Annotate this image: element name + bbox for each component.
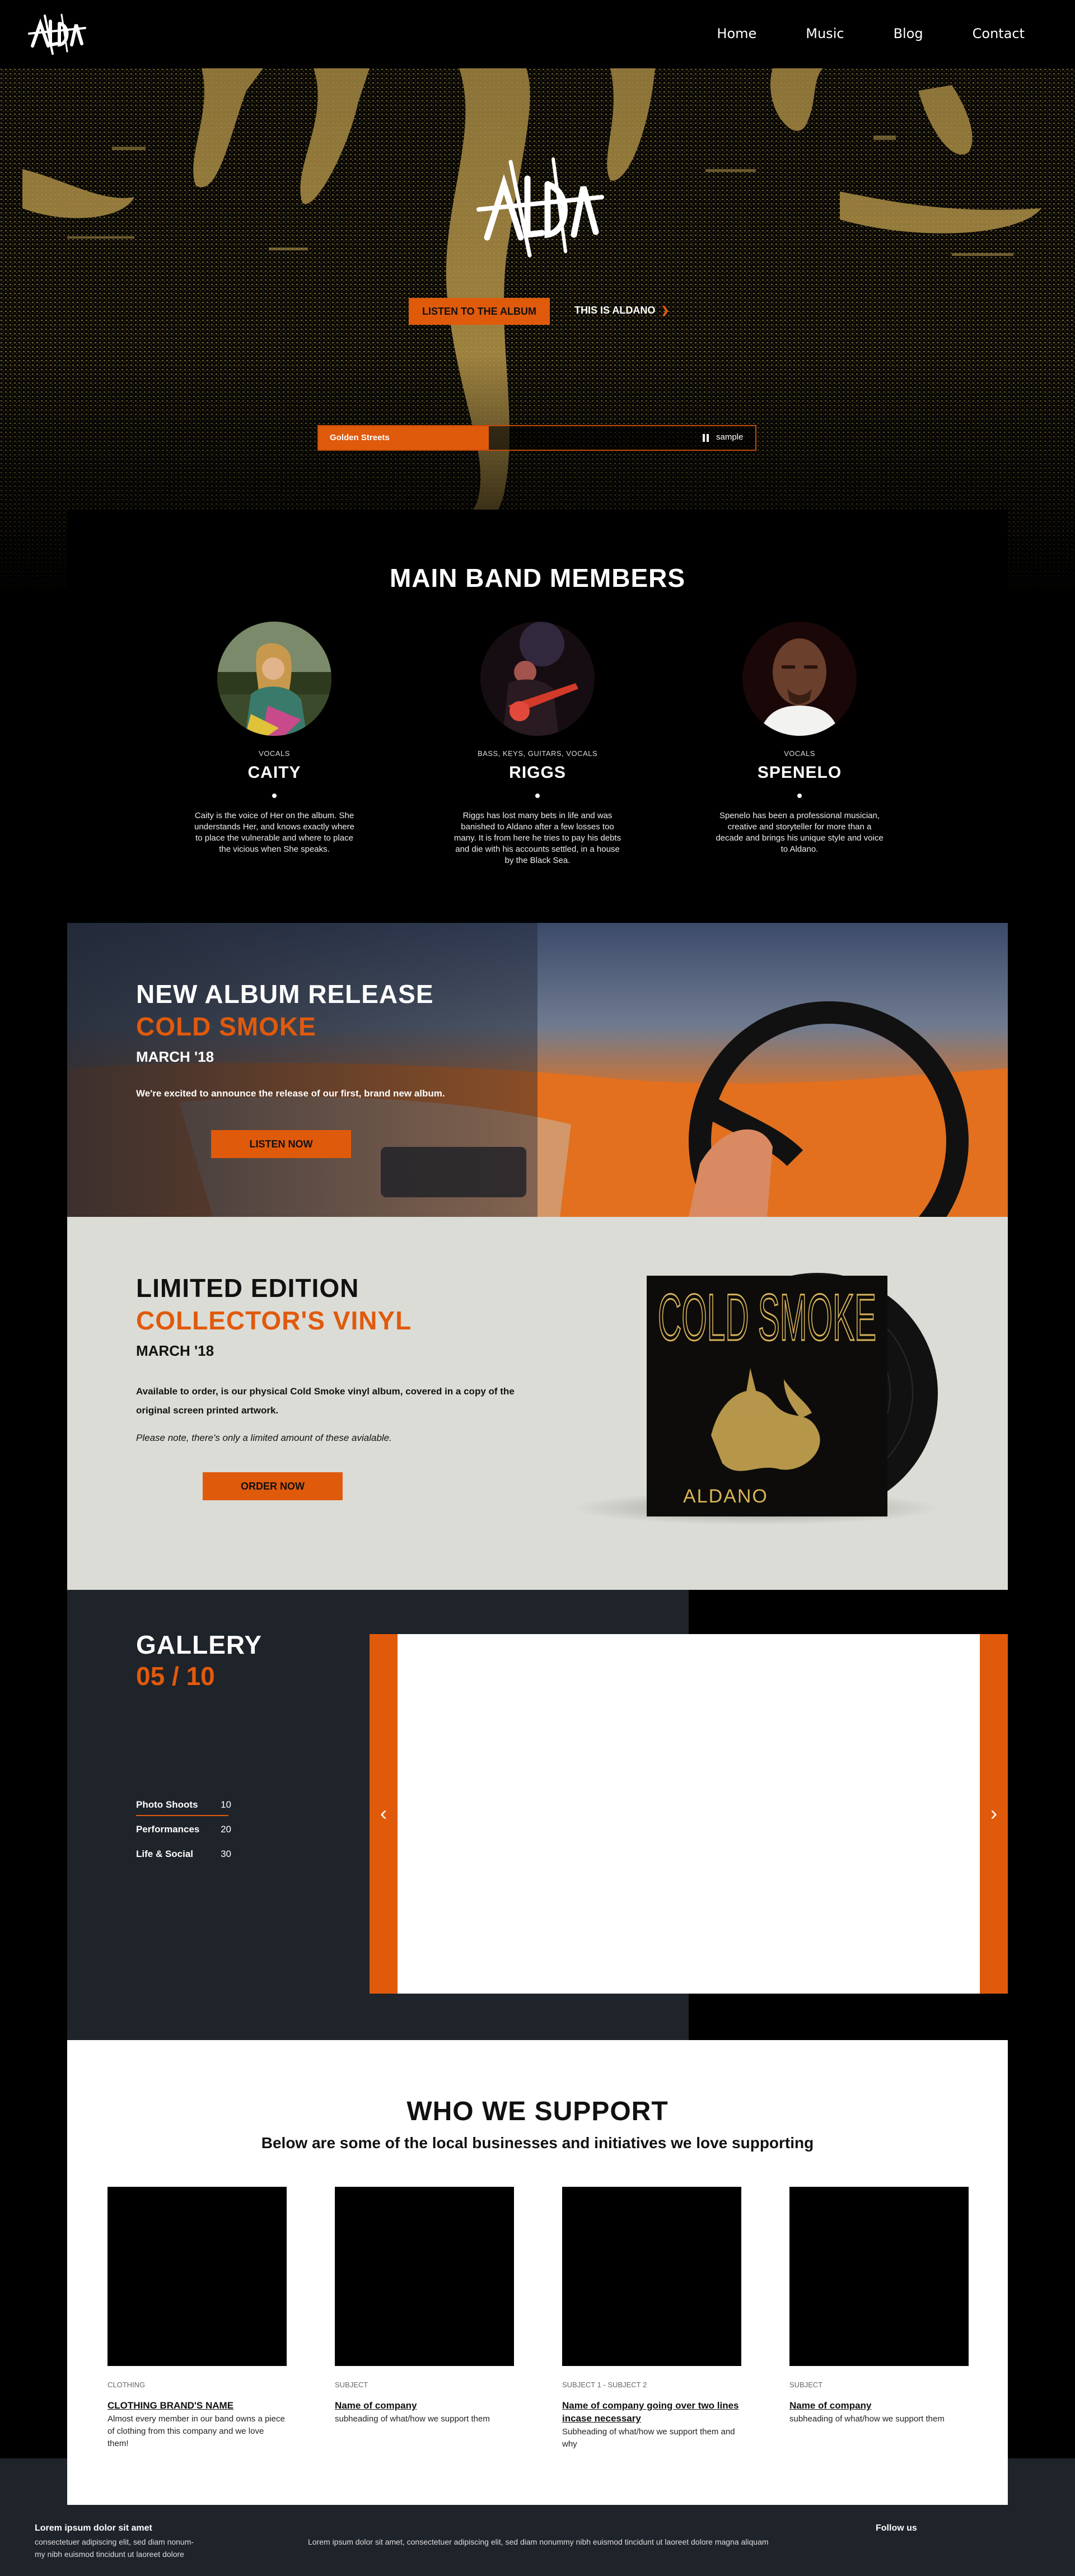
member-card: VOCALS SPENELO Spenelo has been a profes… [699,622,900,855]
support-card-image[interactable] [562,2187,741,2366]
vinyl-description: Available to order, is our physical Cold… [136,1386,515,1416]
gallery-category-count: 30 [221,1849,231,1859]
vinyl-cover-band: ALDANO [683,1486,768,1507]
album-text-block: NEW ALBUM RELEASE COLD SMOKE MARCH '18 W… [136,979,445,1099]
support-card-image[interactable] [789,2187,969,2366]
vinyl-date: MARCH '18 [136,1342,214,1359]
chevron-right-icon: ❯ [661,305,670,316]
footer-left: Lorem ipsum dolor sit amet consectetuer … [35,2523,203,2560]
new-album-section: NEW ALBUM RELEASE COLD SMOKE MARCH '18 W… [67,923,1008,1217]
footer-left-text: consectetuer adipiscing elit, sed diam n… [35,2537,194,2559]
hero-aldano-logo [476,157,604,258]
support-card-description: Subheading of what/how we support them a… [562,2427,735,2449]
member-bio: Caity is the voice of Her on the album. … [194,811,354,854]
player-sample-label: sample [716,432,744,442]
listen-to-album-button[interactable]: LISTEN TO THE ALBUM [409,298,550,325]
listen-now-button[interactable]: LISTEN NOW [211,1130,351,1158]
support-card-name-link[interactable]: CLOTHING BRAND'S NAME [108,2399,287,2412]
gallery-category-photo-shoots[interactable]: Photo Shoots 10 [136,1799,231,1824]
pause-icon[interactable] [702,434,710,442]
member-role: BASS, KEYS, GUITARS, VOCALS [477,749,598,758]
chevron-left-icon[interactable]: ‹ [370,1796,398,1830]
gallery-category-label: Photo Shoots [136,1799,198,1810]
vinyl-note: Please note, there's only a limited amou… [136,1432,392,1443]
vinyl-cover-title: COLD SMOKE [658,1281,876,1355]
member-card: BASS, KEYS, GUITARS, VOCALS RIGGS Riggs … [437,622,638,866]
support-card-description: subheading of what/how we support them [335,2414,490,2424]
album-heading: NEW ALBUM RELEASE [136,979,434,1009]
member-name: SPENELO [757,763,842,782]
album-date: MARCH '18 [136,1048,214,1065]
support-card-subject: SUBJECT 1 - SUBJECT 2 [562,2381,647,2389]
support-card: SUBJECT 1 - SUBJECT 2 Name of company go… [562,2187,741,2451]
members-title: MAIN BAND MEMBERS [389,563,686,592]
member-name: RIGGS [509,763,566,782]
support-card: CLOTHING CLOTHING BRAND'S NAME Almost ev… [108,2187,287,2450]
member-role: VOCALS [784,749,815,758]
gallery-title: GALLERY [136,1630,263,1659]
member-name: CAITY [247,763,301,782]
support-card-subject: CLOTHING [108,2381,146,2389]
support-subtitle: Below are some of the local businesses a… [261,2134,814,2152]
this-is-aldano-label: THIS IS ALDANO [574,305,656,316]
support-card: SUBJECT Name of company subheading of wh… [335,2187,514,2425]
member-avatar [742,622,857,736]
footer-left-title: Lorem ipsum dolor sit amet [35,2523,152,2533]
gallery-category-performances[interactable]: Performances 20 [136,1824,231,1849]
gallery-counter: 05 / 10 [136,1662,215,1691]
gallery-category-label: Life & Social [136,1849,194,1859]
member-divider-dot [535,794,540,798]
album-description: We're excited to announce the release of… [136,1088,445,1099]
member-card: VOCALS CAITY Caity is the voice of Her o… [174,622,375,855]
gallery-slider: ‹ › [370,1634,1008,1994]
footer-center-text: Lorem ipsum dolor sit amet, consectetuer… [308,2537,769,2546]
vinyl-subheading: COLLECTOR'S VINYL [136,1306,412,1335]
footer-follow-us[interactable]: Follow us [876,2523,917,2533]
support-card-subject: SUBJECT [335,2381,368,2389]
nav-link-blog[interactable]: Blog [894,26,923,41]
nav-link-home[interactable]: Home [717,26,756,41]
support-card-subject: SUBJECT [789,2381,823,2389]
album-name: COLD SMOKE [136,1012,316,1041]
vinyl-section: LIMITED EDITION COLLECTOR'S VINYL MARCH … [67,1217,1008,1590]
band-members-section: MAIN BAND MEMBERS VOCALS CAITY Caity is … [67,510,1008,902]
support-card: SUBJECT Name of company subheading of wh… [789,2187,969,2425]
vinyl-record-image: COLD SMOKE ALDANO [571,1273,941,1525]
support-card-name-link[interactable]: Name of company going over two lines inc… [562,2399,741,2425]
member-bio: Spenelo has been a professional musician… [716,811,884,854]
gallery-category-label: Performances [136,1824,200,1835]
gallery-slide-image[interactable] [398,1634,980,1994]
top-navigation: Home Music Blog Contact [0,0,1075,68]
gallery-category-count: 10 [221,1799,231,1810]
aldano-logo[interactable] [28,11,87,56]
audio-player[interactable]: Golden Streets sample [317,425,756,451]
nav-link-contact[interactable]: Contact [973,26,1025,41]
gallery-category-count: 20 [221,1824,231,1835]
member-divider-dot [272,794,277,798]
who-we-support-section: WHO WE SUPPORT Below are some of the loc… [67,2040,1008,2505]
order-now-button[interactable]: ORDER NOW [203,1472,343,1500]
player-track-title: Golden Streets [330,433,390,442]
support-card-description: Almost every member in our band owns a p… [108,2414,285,2448]
gallery-categories: Photo Shoots 10 Performances 20 Life & S… [136,1799,231,1873]
support-card-image[interactable] [335,2187,514,2366]
gallery-category-life-social[interactable]: Life & Social 30 [136,1849,231,1873]
support-title: WHO WE SUPPORT [406,2097,669,2126]
member-bio: Riggs has lost many bets in life and was… [454,811,621,865]
nav-link-music[interactable]: Music [806,26,844,41]
chevron-right-icon[interactable]: › [980,1796,1008,1830]
member-role: VOCALS [259,749,290,758]
member-avatar [480,622,595,736]
support-card-name-link[interactable]: Name of company [335,2399,514,2412]
support-card-image[interactable] [108,2187,287,2366]
support-card-description: subheading of what/how we support them [789,2414,945,2424]
this-is-aldano-link[interactable]: THIS IS ALDANO ❯ [574,305,669,316]
vinyl-text-block: LIMITED EDITION COLLECTOR'S VINYL MARCH … [136,1273,539,1444]
support-card-name-link[interactable]: Name of company [789,2399,969,2412]
member-avatar [217,622,331,736]
member-divider-dot [797,794,802,798]
vinyl-heading: LIMITED EDITION [136,1273,359,1303]
